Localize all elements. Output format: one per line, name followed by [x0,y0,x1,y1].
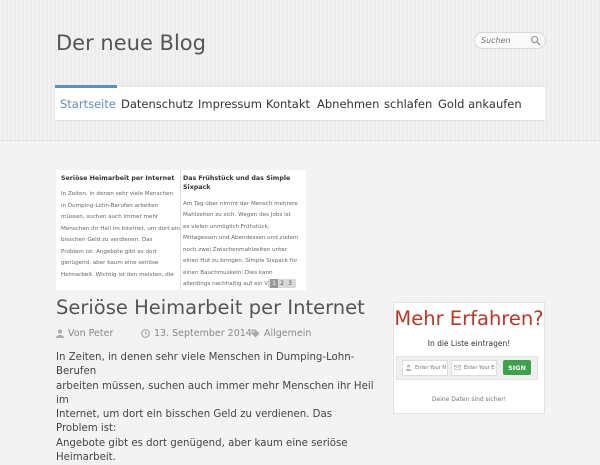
slide-2[interactable]: Das Frühstück und das Simple Sixpack Am T… [183,170,303,290]
main-navigation: Startseite Datenschutz Impressum Kontakt… [55,85,545,120]
slide-1[interactable]: Seriöse Heimarbeit per Internet In Zeite… [61,170,181,290]
tag-icon [251,329,260,338]
search-input[interactable] [481,34,529,46]
search-box[interactable] [474,32,546,49]
sign-button[interactable]: SIGN [503,360,531,375]
author-link[interactable]: Peter [89,328,114,339]
newsletter-widget: Mehr Erfahren? In die Liste eintragen! S… [393,302,545,414]
widget-title: Mehr Erfahren? [394,307,544,330]
post-title[interactable]: Seriöse Heimarbeit per Internet [56,296,365,319]
nav-item-startseite[interactable]: Startseite [60,97,116,111]
site-title[interactable]: Der neue Blog [56,31,206,55]
post-excerpt: In Zeiten, in denen sehr viele Menschen … [56,352,374,464]
clock-icon [141,329,150,338]
name-input[interactable] [415,362,446,373]
email-input[interactable] [464,362,495,373]
nav-item-datenschutz[interactable]: Datenschutz [121,97,193,111]
author-prefix: Von [68,328,86,339]
category-link[interactable]: Allgemein [264,328,311,339]
post-date: 13. September 2014 [141,328,252,339]
slide-excerpt: Am Tag über nimmt der Mensch mehrere Mah… [183,200,299,288]
site-header: Der neue Blog Startseite Datenschutz Imp… [0,0,600,141]
name-field[interactable] [402,360,448,376]
slide-excerpt: In Zeiten, in denen sehr viele Menschen … [61,191,180,278]
slide-divider [180,170,181,290]
pager-page-1[interactable]: 1 [270,279,278,288]
envelope-icon [454,364,461,371]
post-author: Von Peter [56,328,113,339]
featured-slider[interactable]: Seriöse Heimarbeit per Internet In Zeite… [56,170,306,290]
nav-item-gold-ankaufen[interactable]: Gold ankaufen [438,97,522,111]
nav-item-abnehmen[interactable]: Abnehmen [317,97,379,111]
nav-active-indicator [55,85,117,88]
post-date-text: 13. September 2014 [154,328,252,339]
slide-title[interactable]: Das Frühstück und das Simple Sixpack [183,174,303,193]
pager-page-2[interactable]: 2 [278,279,286,288]
user-icon [405,364,412,371]
slider-pager: 123 [268,279,296,288]
signup-form: SIGN [396,356,538,380]
widget-subtitle: In die Liste eintragen! [427,339,511,348]
email-field[interactable] [451,360,497,376]
nav-item-schlafen[interactable]: schlafen [384,97,432,111]
nav-item-kontakt[interactable]: Kontakt [266,97,310,111]
search-icon[interactable] [530,35,541,46]
post-category: Allgemein [251,328,311,339]
user-icon [56,329,64,338]
slide-title[interactable]: Seriöse Heimarbeit per Internet [61,174,181,183]
post-meta: Von Peter 13. September 2014 Allgemein [56,328,376,342]
nav-item-impressum[interactable]: Impressum [198,97,262,111]
pager-page-3[interactable]: 3 [286,279,294,288]
